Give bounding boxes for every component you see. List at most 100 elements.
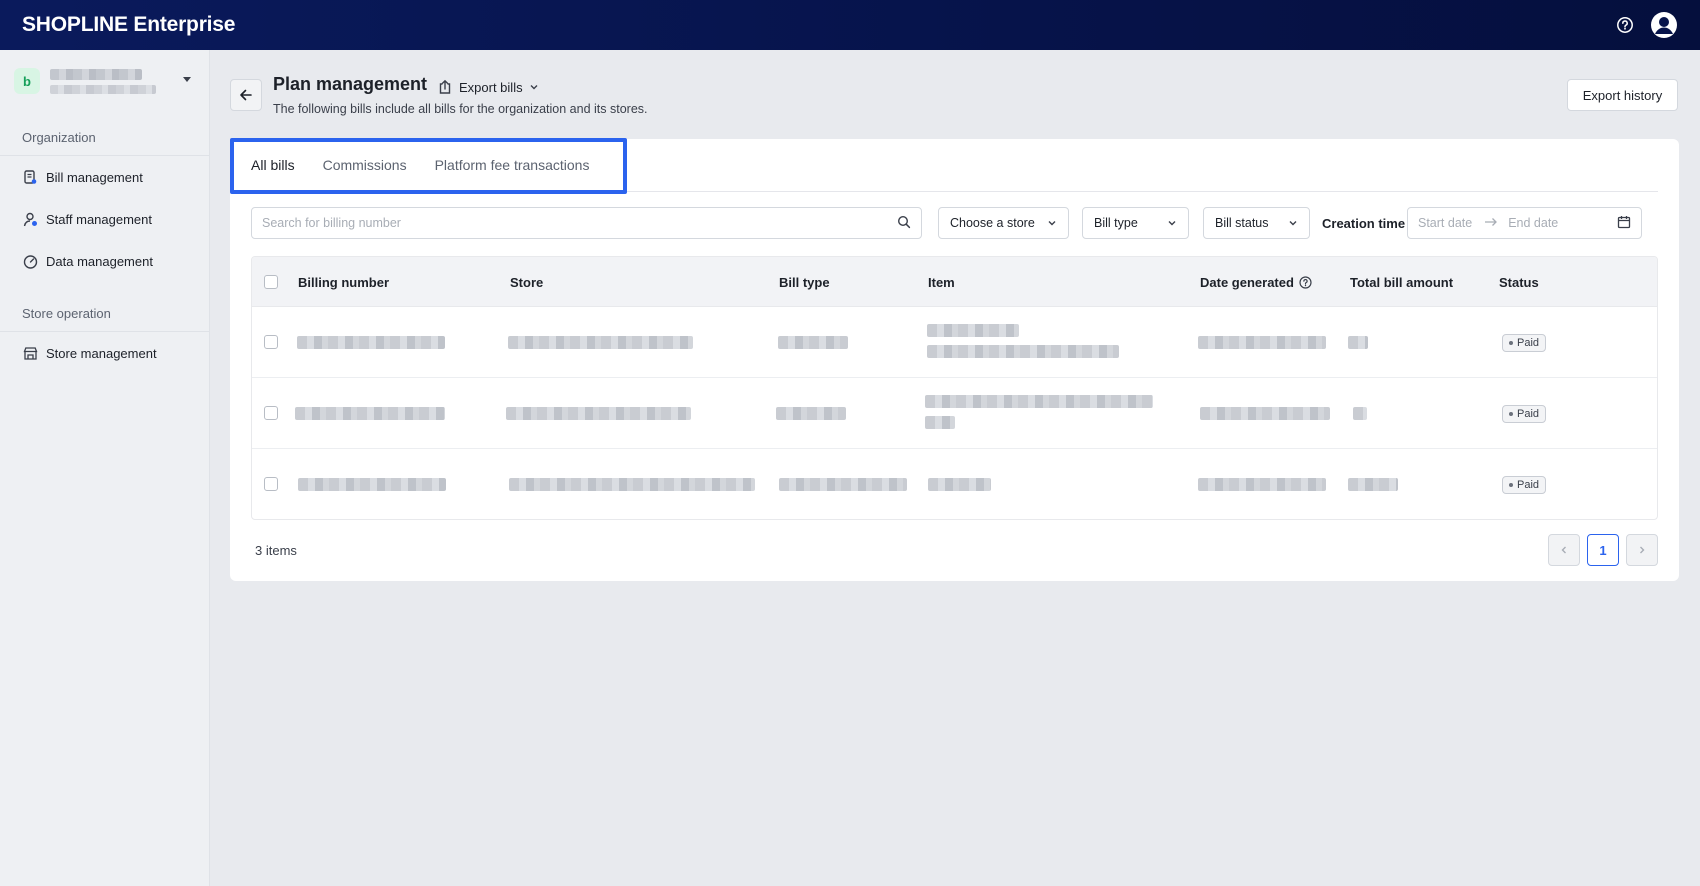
page-subtitle: The following bills include all bills fo…: [273, 102, 648, 116]
chevron-right-icon: [1640, 546, 1645, 554]
redacted-amount: [1348, 478, 1398, 491]
store-select[interactable]: Choose a store: [938, 207, 1069, 239]
select-all-checkbox[interactable]: [264, 275, 278, 289]
bill-status-select-label: Bill status: [1215, 216, 1269, 230]
sidebar-item-staff-management[interactable]: Staff management: [0, 198, 209, 240]
tab-all-bills[interactable]: All bills: [251, 157, 295, 173]
status-badge: Paid: [1502, 405, 1547, 423]
column-date-generated-label: Date generated: [1200, 274, 1294, 290]
redacted-item: [927, 345, 1119, 358]
table-header: Billing number Store Bill type Item Date…: [252, 257, 1657, 307]
status-label: Paid: [1517, 337, 1540, 349]
store-select-label: Choose a store: [950, 216, 1035, 230]
export-history-button[interactable]: Export history: [1567, 79, 1678, 111]
items-count: 3 items: [255, 543, 297, 558]
column-total-bill-amount[interactable]: Total bill amount: [1350, 257, 1453, 307]
sidebar-item-label: Data management: [46, 253, 153, 269]
end-date-field[interactable]: End date: [1508, 216, 1558, 230]
staff-icon: [22, 211, 38, 227]
chevron-left-icon: [1561, 546, 1566, 554]
app-logo[interactable]: SHOPLINE Enterprise: [22, 13, 235, 37]
redacted-date: [1200, 407, 1330, 420]
chevron-down-icon: [530, 85, 538, 90]
chevron-down-icon: [1289, 221, 1297, 226]
status-label: Paid: [1517, 408, 1540, 420]
page-title: Plan management: [273, 74, 428, 94]
redacted-amount: [1348, 336, 1368, 349]
redacted-date: [1198, 478, 1326, 491]
table-row[interactable]: Paid: [252, 378, 1657, 449]
creation-time-label: Creation time: [1322, 215, 1406, 231]
date-range-picker[interactable]: Start date End date: [1407, 207, 1642, 239]
chevron-down-icon: [1168, 221, 1176, 226]
org-badge: b: [14, 68, 40, 94]
chevron-down-icon: [1048, 221, 1056, 226]
org-switcher[interactable]: b: [0, 50, 209, 112]
sidebar: b Organization Bill management Staff man…: [0, 50, 210, 886]
column-billing-number[interactable]: Billing number: [298, 257, 389, 307]
arrow-left-icon: [240, 89, 252, 101]
table-row[interactable]: Paid: [252, 307, 1657, 378]
search-placeholder: Search for billing number: [262, 216, 401, 230]
column-status[interactable]: Status: [1499, 257, 1539, 307]
start-date-field[interactable]: Start date: [1418, 216, 1472, 230]
row-checkbox[interactable]: [264, 335, 278, 349]
export-bills-label: Export bills: [459, 79, 523, 95]
redacted-store: [506, 407, 691, 420]
prev-page-button[interactable]: [1548, 534, 1580, 566]
question-circle-icon[interactable]: [1299, 275, 1312, 289]
redacted-bill-type: [776, 407, 846, 420]
page-button-current[interactable]: 1: [1587, 534, 1619, 566]
user-avatar-icon[interactable]: [1650, 11, 1678, 39]
export-icon: [439, 79, 451, 94]
table-row[interactable]: Paid: [252, 449, 1657, 519]
column-date-generated[interactable]: Date generated: [1200, 257, 1312, 307]
redacted-store: [508, 336, 693, 349]
status-label: Paid: [1517, 479, 1540, 491]
calendar-icon[interactable]: [1617, 215, 1631, 232]
redacted-billing-number: [298, 478, 446, 491]
row-checkbox[interactable]: [264, 477, 278, 491]
redacted-bill-type: [779, 478, 907, 491]
sidebar-item-label: Store management: [46, 345, 157, 361]
tab-platform-fee-transactions[interactable]: Platform fee transactions: [435, 157, 590, 173]
redacted-item: [927, 324, 1019, 337]
top-bar: SHOPLINE Enterprise: [0, 0, 1700, 50]
org-name-redacted: [50, 68, 156, 94]
pagination: 1: [1548, 534, 1658, 566]
back-button[interactable]: [230, 79, 262, 111]
column-store[interactable]: Store: [510, 257, 543, 307]
column-bill-type[interactable]: Bill type: [779, 257, 830, 307]
redacted-item: [925, 416, 955, 429]
arrow-right-icon: [1484, 216, 1498, 230]
redacted-date: [1198, 336, 1326, 349]
redacted-item: [925, 395, 1153, 408]
sidebar-item-label: Staff management: [46, 211, 152, 227]
redacted-store: [509, 478, 755, 491]
store-icon: [22, 345, 38, 361]
redacted-billing-number: [297, 336, 445, 349]
tab-commissions[interactable]: Commissions: [323, 157, 407, 173]
bills-card: All bills Commissions Platform fee trans…: [230, 138, 1679, 581]
column-item[interactable]: Item: [928, 257, 955, 307]
next-page-button[interactable]: [1626, 534, 1658, 566]
tab-bar: All bills Commissions Platform fee trans…: [230, 139, 1658, 192]
caret-down-icon[interactable]: [183, 77, 191, 82]
sidebar-section-organization: Organization: [0, 120, 209, 156]
bill-type-select[interactable]: Bill type: [1082, 207, 1189, 239]
help-icon[interactable]: [1614, 14, 1636, 36]
row-checkbox[interactable]: [264, 406, 278, 420]
sidebar-item-store-management[interactable]: Store management: [0, 332, 209, 374]
sidebar-item-bill-management[interactable]: Bill management: [0, 156, 209, 198]
search-input[interactable]: Search for billing number: [251, 207, 922, 239]
bill-status-select[interactable]: Bill status: [1203, 207, 1310, 239]
export-bills-button[interactable]: Export bills: [437, 76, 539, 98]
gauge-icon: [22, 253, 38, 269]
search-icon[interactable]: [897, 215, 911, 232]
redacted-billing-number: [295, 407, 445, 420]
status-badge: Paid: [1502, 334, 1547, 352]
bills-table: Billing number Store Bill type Item Date…: [251, 256, 1658, 520]
bill-icon: [22, 169, 38, 185]
sidebar-section-store-operation: Store operation: [0, 296, 209, 332]
sidebar-item-data-management[interactable]: Data management: [0, 240, 209, 282]
